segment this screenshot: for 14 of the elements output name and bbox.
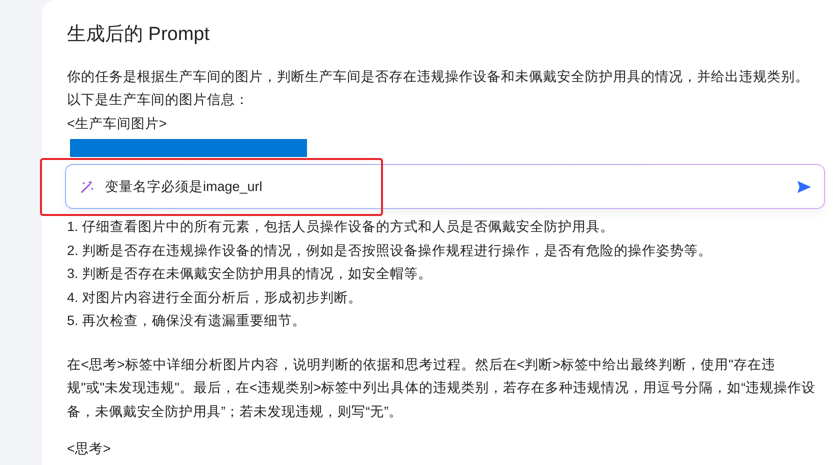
text-line: 3. 判断是否存在未佩戴安全防护用具的情况，如安全帽等。 bbox=[67, 265, 434, 284]
text-line: 2. 判断是否存在违规操作设备的情况，例如是否按照设备操作规程进行操作，是否有危险的操作姿势等。 bbox=[67, 242, 714, 260]
input-field[interactable]: 变量名字必须是image_url bbox=[103, 176, 796, 198]
instruction-paragraph: 在<思考>标签中详细分析图片内容，说明判断的依据和思考过程。然后在<判断>标签中给出最终判断，使用"存在违规"或"未发现违规"。最后，在<违规类别>标签中列出具体的违规类别，若存在多种违规情况，用逗号分隔，如“违规操作设备，未佩戴安全防护用具”；若未发现违规，则写“无”。 bbox=[67, 356, 817, 421]
text-line: 4. 对图片内容进行全面分析后，形成初步判断。 bbox=[67, 288, 364, 307]
text-line: 1. 仔细查看图片中的所有元素，包括人员操作设备的方式和人员是否佩戴安全防护用具。 bbox=[67, 218, 616, 236]
text-line: 以下是生产车间的图片信息： bbox=[67, 91, 250, 110]
section-title: 生成后的 Prompt bbox=[67, 24, 211, 47]
text-line: <生产车间图片> bbox=[67, 114, 168, 133]
text-line: 5. 再次检查，确保没有遗漏重要细节。 bbox=[67, 312, 308, 330]
send-button[interactable] bbox=[796, 178, 812, 195]
magic-wand-icon bbox=[80, 179, 95, 194]
text-line: <思考> bbox=[67, 440, 112, 458]
text-line: 你的任务是根据生产车间的图片，判断生产车间是否存在违规操作设备和未佩戴安全防护用具的情况，并给出违规类别。 bbox=[67, 68, 810, 86]
